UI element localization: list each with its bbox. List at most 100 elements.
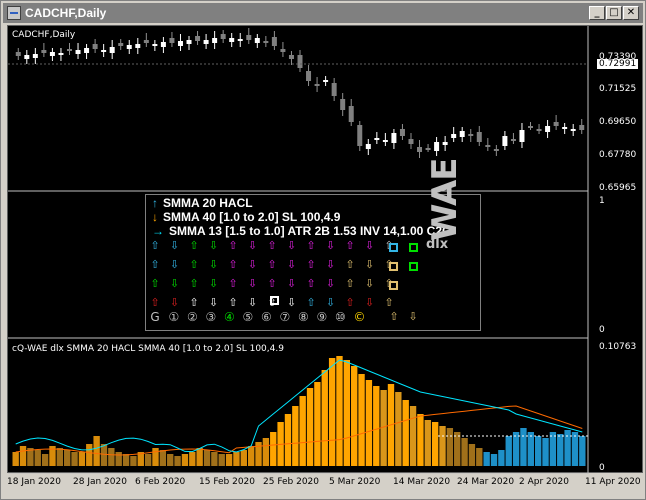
candle-body	[263, 41, 269, 43]
numbered-marker-9: ⑨	[316, 310, 328, 324]
watermark-wae: WAE	[425, 158, 465, 241]
price-panel-label: CADCHF,Daily	[12, 30, 76, 40]
arrow-up-icon: ⇧	[345, 258, 355, 271]
numbered-marker-3: ③	[205, 310, 217, 324]
time-axis-label: 28 Jan 2020	[73, 477, 127, 487]
arrow-down-icon: ⇩	[169, 258, 180, 271]
wae-panel-label: cQ-WAE dlx SMMA 20 HACL SMMA 40 [1.0 to …	[12, 344, 284, 354]
arrow-down-icon: ⇩	[325, 277, 336, 290]
histogram-bar	[12, 452, 19, 466]
histogram-bar	[292, 406, 299, 466]
candle-body	[58, 53, 64, 55]
numbered-marker-2: ②	[187, 310, 198, 324]
arrow-down-icon: ⇩	[247, 296, 258, 309]
arrow-up-icon: ⇧	[150, 296, 160, 309]
candle-body	[451, 134, 457, 138]
window-title: CADCHF,Daily	[25, 6, 107, 20]
arrow-up-icon: ⇧	[345, 239, 355, 252]
wae-scale-bottom: 0	[599, 463, 605, 473]
histogram-bar	[328, 358, 336, 466]
candle-body	[195, 36, 201, 41]
histogram-bar	[336, 356, 343, 466]
histogram-bar	[461, 438, 468, 466]
histogram-bar	[203, 450, 211, 466]
arrow-down-icon: ⇩	[286, 296, 297, 309]
title-bar: CADCHF,Daily _ □ ✕	[3, 3, 643, 23]
arrow-right-icon: →	[152, 224, 164, 238]
candle-body	[84, 48, 90, 53]
arrow-down-icon: ⇩	[325, 239, 336, 252]
histogram-bar	[240, 450, 247, 466]
histogram-bar	[152, 448, 159, 466]
orange-signal-line	[15, 405, 583, 456]
histogram-bar	[262, 438, 270, 466]
numbered-marker-10: ⑩	[335, 310, 346, 324]
histogram-bar	[409, 406, 417, 466]
histogram-bar	[314, 382, 321, 466]
arrow-down-icon: ⇩	[286, 239, 297, 252]
candle-body	[288, 55, 294, 59]
arrow-up-icon: ⇧	[389, 310, 399, 323]
candle-body	[545, 126, 551, 132]
candle-body	[570, 129, 576, 131]
histogram-bar	[549, 432, 557, 466]
histogram-bar	[284, 414, 292, 466]
time-axis-label: 14 Mar 2020	[393, 477, 451, 487]
candle-body	[468, 134, 474, 136]
arrow-down-icon: ⇩	[247, 258, 258, 271]
legend-line-2: ↓ SMMA 40 [1.0 to 2.0] SL 100,4.9	[152, 210, 340, 224]
arrow-up-icon: ⇧	[189, 239, 199, 252]
candle-body	[391, 133, 397, 143]
time-axis-label: 15 Feb 2020	[199, 477, 256, 487]
candle-body	[434, 142, 440, 151]
candle-body	[425, 148, 431, 150]
arrow-down-icon: ⇩	[364, 258, 375, 271]
candle-body	[374, 138, 380, 140]
candle-body	[442, 142, 448, 145]
arrow-down-icon: ⇩	[208, 258, 219, 271]
candle-body	[562, 127, 568, 129]
arrow-up-icon: ⇧	[228, 296, 238, 309]
arrow-up-icon: ⇧	[306, 258, 316, 271]
histogram-bar	[321, 370, 328, 466]
histogram-bar	[365, 380, 373, 466]
arrow-up-icon: ⇧	[189, 258, 199, 271]
arrow-down-icon: ⇩	[247, 239, 258, 252]
histogram-bar	[181, 454, 189, 466]
histogram-bar	[417, 414, 424, 466]
histogram-bar	[395, 392, 402, 466]
histogram-bar	[527, 432, 534, 466]
arrow-down-icon: ⇩	[208, 277, 219, 290]
histogram-bar	[306, 388, 314, 466]
arrow-up-icon: ⇧	[306, 296, 316, 309]
time-axis-label: 25 Feb 2020	[263, 477, 320, 487]
candle-body	[502, 136, 508, 146]
histogram-bar	[571, 432, 579, 466]
legend-line-1: ↑ SMMA 20 HACL	[152, 196, 253, 210]
histogram-bar	[218, 454, 225, 466]
numbered-marker-5: ⑤	[242, 310, 254, 324]
candle-body	[118, 43, 124, 46]
histogram-bar	[468, 444, 476, 466]
square-marker-icon	[389, 262, 398, 271]
histogram-bar	[270, 432, 277, 466]
arrow-up-icon: ⇧	[345, 277, 355, 290]
numbered-marker-0: G	[150, 310, 160, 324]
time-axis-label: 6 Feb 2020	[135, 477, 186, 487]
histogram-bar	[564, 430, 571, 466]
histogram-bar	[557, 434, 564, 466]
arrow-down-icon: ⇩	[169, 296, 180, 309]
candle-body	[246, 35, 252, 40]
candle-body	[382, 140, 388, 142]
maximize-button[interactable]: □	[606, 6, 622, 20]
arrow-up-icon: ⇧	[345, 296, 355, 309]
candle-body	[254, 38, 260, 43]
close-button[interactable]: ✕	[623, 6, 639, 20]
candle-body	[220, 34, 226, 39]
candle-body	[493, 149, 499, 151]
candle-body	[536, 129, 542, 131]
arrow-up-icon: ⇧	[189, 296, 199, 309]
arrow-down-icon: ⇩	[286, 277, 297, 290]
minimize-button[interactable]: _	[589, 6, 605, 20]
candle-body	[135, 44, 141, 48]
